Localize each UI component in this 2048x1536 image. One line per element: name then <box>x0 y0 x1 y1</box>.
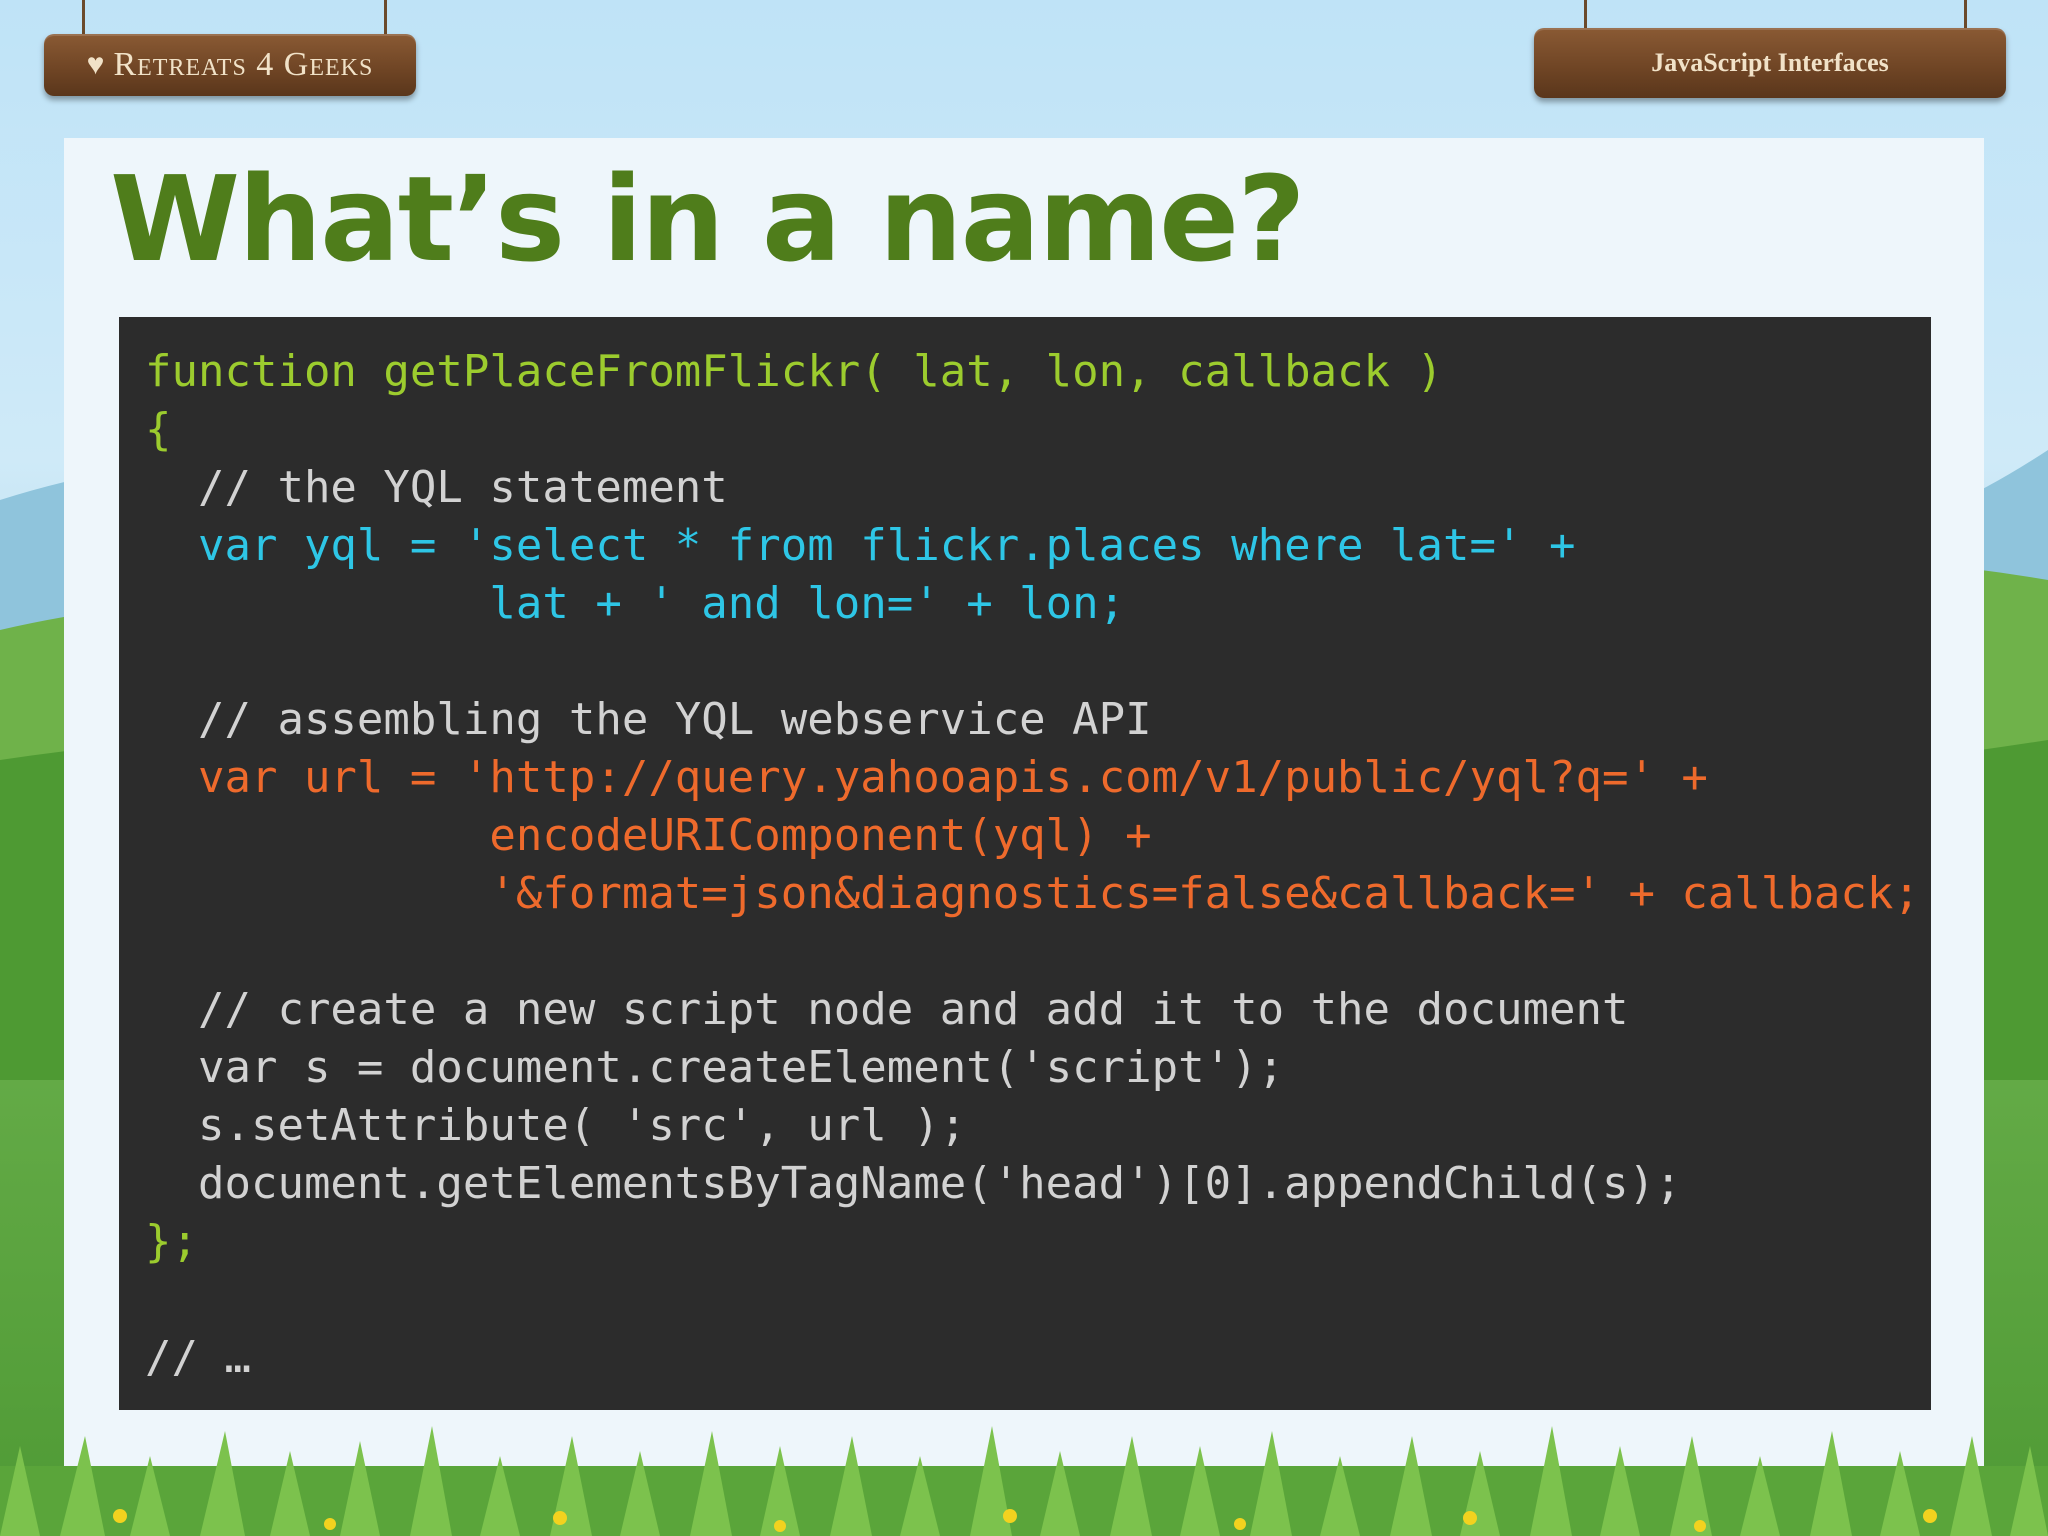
code-line: // assembling the YQL webservice API <box>145 694 1152 745</box>
code-line: // … <box>145 1332 251 1383</box>
code-block: function getPlaceFromFlickr( lat, lon, c… <box>119 317 1931 1410</box>
heart-icon: ♥ <box>86 48 106 81</box>
section-label: JavaScript Interfaces <box>1651 48 1889 77</box>
code-line: '&format=json&diagnostics=false&callback… <box>145 868 1920 919</box>
section-sign: JavaScript Interfaces <box>1534 28 2006 98</box>
code-line: // create a new script node and add it t… <box>145 984 1629 1035</box>
sign-rope <box>82 0 85 36</box>
slide-title: What’s in a name? <box>110 150 1306 288</box>
code-line: var yql = 'select * from flickr.places w… <box>145 520 1576 571</box>
code-line: document.getElementsByTagName('head')[0]… <box>145 1158 1682 1209</box>
logo-sign: ♥ Retreats 4 Geeks <box>44 34 416 96</box>
code-line: encodeURIComponent(yql) + <box>145 810 1152 861</box>
code-line: var s = document.createElement('script')… <box>145 1042 1285 1093</box>
code-line: lat + ' and lon=' + lon; <box>145 578 1126 629</box>
sign-rope <box>1964 0 1967 30</box>
code-line: s.setAttribute( 'src', url ); <box>145 1100 967 1151</box>
logo-text: Retreats 4 Geeks <box>113 46 374 83</box>
code-line: var url = 'http://query.yahooapis.com/v1… <box>145 752 1708 803</box>
grass-border <box>0 1406 2048 1536</box>
sign-rope <box>384 0 387 36</box>
code-line: // the YQL statement <box>145 462 728 513</box>
code-line: }; <box>145 1216 198 1267</box>
sign-rope <box>1584 0 1587 30</box>
code-line: { <box>145 404 172 455</box>
code-line: function getPlaceFromFlickr( lat, lon, c… <box>145 346 1444 397</box>
